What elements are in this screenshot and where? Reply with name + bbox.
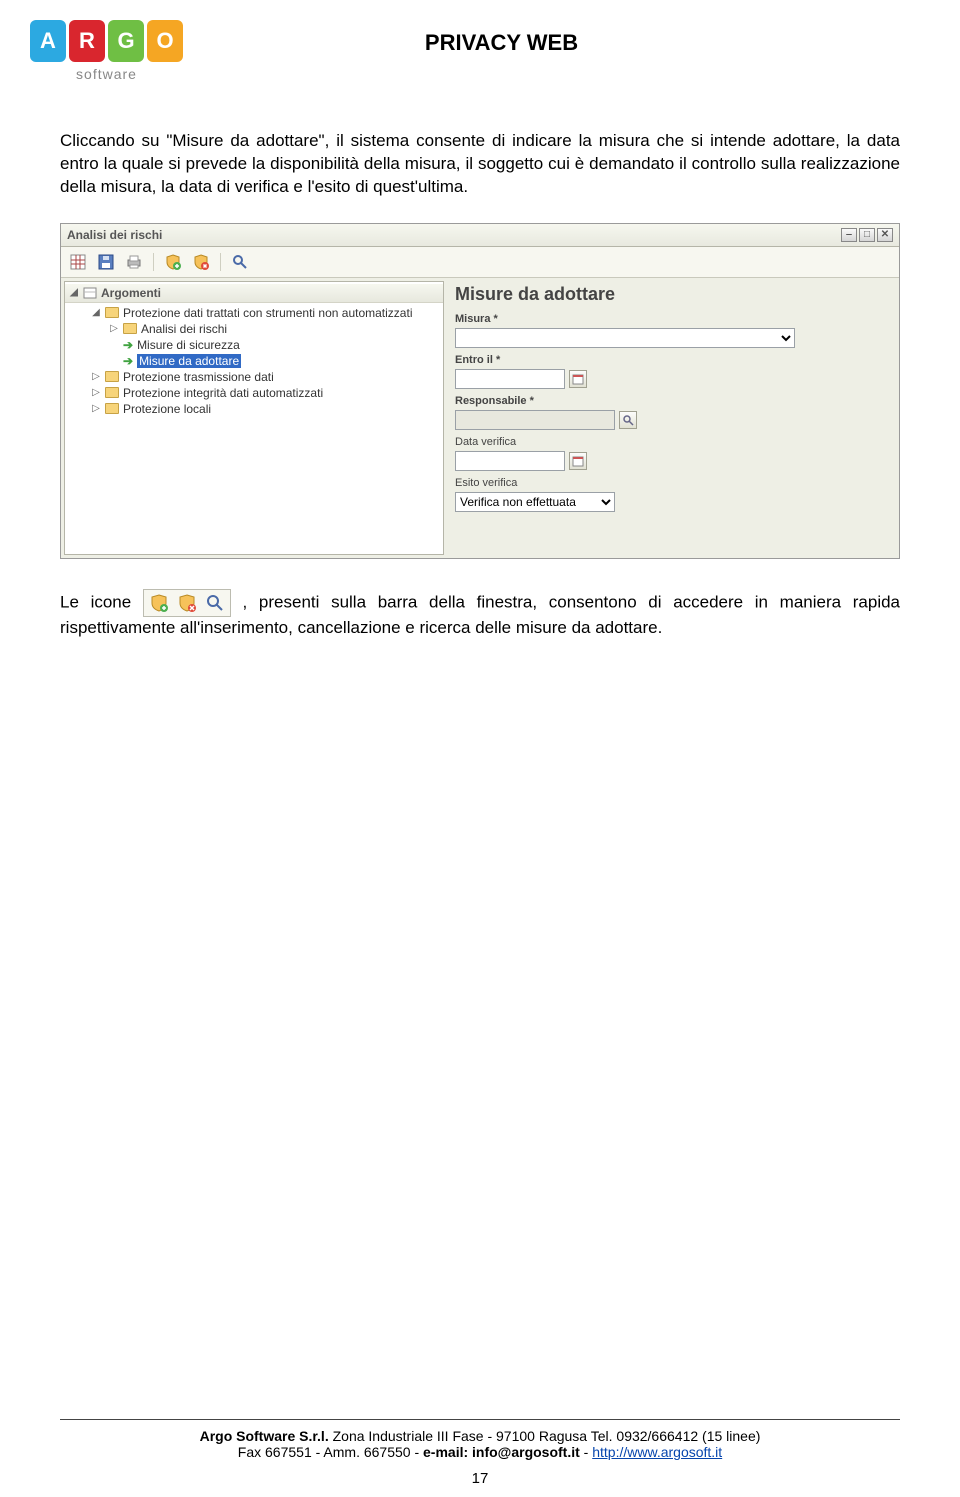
logo-subtitle: software [76,66,137,82]
label-misura: Misura * [455,313,889,325]
folder-icon [105,307,119,318]
search-icon[interactable] [229,251,251,273]
footer-email: e-mail: info@argosoft.it [423,1444,580,1460]
search-icon [201,591,229,615]
shield-delete-icon[interactable] [190,251,212,273]
expand-icon[interactable]: ▷ [109,323,119,334]
footer-link[interactable]: http://www.argosoft.it [592,1444,722,1460]
tree-root-header: ◢ Argomenti [65,284,443,303]
footer-address: Zona Industriale III Fase - 97100 Ragusa… [329,1428,761,1444]
date-picker-icon[interactable] [569,452,587,470]
form-panel: Misure da adottare Misura * Entro il * R… [447,278,899,558]
para2-pre: Le icone [60,592,143,611]
footer-fax: Fax 667551 - Amm. 667550 - [238,1444,423,1460]
tree-root-label: Argomenti [101,286,161,300]
minimize-button[interactable]: ‒ [841,228,857,242]
tree-item-protezione-locali[interactable]: ▷ Protezione locali [73,401,443,417]
label-responsabile: Responsabile * [455,395,889,407]
shield-delete-icon [173,591,201,615]
close-button[interactable]: ✕ [877,228,893,242]
select-misura[interactable] [455,328,795,348]
select-esito[interactable]: Verifica non effettuata [455,492,615,512]
expand-icon[interactable]: ▷ [91,371,101,382]
folder-icon [105,387,119,398]
expand-icon[interactable]: ◢ [91,307,101,318]
expand-icon[interactable]: ▷ [91,403,101,414]
document-header: A R G O software PRIVACY WEB [60,20,900,82]
date-picker-icon[interactable] [569,370,587,388]
tree-item-label: Misure di sicurezza [137,338,240,352]
save-icon[interactable] [95,251,117,273]
page-footer: Argo Software S.r.l. Zona Industriale II… [60,1419,900,1487]
footer-company: Argo Software S.r.l. [200,1428,329,1444]
folder-icon [105,371,119,382]
tree-item-protezione-integrita[interactable]: ▷ Protezione integrità dati automatizzat… [73,385,443,401]
page-number: 17 [60,1470,900,1487]
arrow-icon: ➔ [123,354,133,368]
input-responsabile[interactable] [455,410,615,430]
input-entro[interactable] [455,369,565,389]
form-title: Misure da adottare [455,284,889,305]
collapse-icon[interactable]: ◢ [69,287,79,298]
tree-item-label: Protezione trasmissione dati [123,370,274,384]
folder-icon [123,323,137,334]
tree-item-analisi-rischi[interactable]: ▷ Analisi dei rischi [73,321,443,337]
tree-item-label: Protezione locali [123,402,211,416]
arrow-icon: ➔ [123,338,133,352]
label-entro: Entro il * [455,354,889,366]
expand-icon[interactable]: ▷ [91,387,101,398]
page-title: PRIVACY WEB [103,30,900,56]
tree-item-label: Protezione dati trattati con strumenti n… [123,306,412,320]
tree-item-protezione-non-auto[interactable]: ◢ Protezione dati trattati con strumenti… [73,305,443,321]
folder-icon [105,403,119,414]
label-esito: Esito verifica [455,477,889,489]
toolbar-grid-icon[interactable] [67,251,89,273]
app-window: Analisi dei rischi ‒ □ ✕ [60,223,900,559]
tree-item-label: Misure da adottare [137,354,241,368]
tree-item-misure-sicurezza[interactable]: ➔ Misure di sicurezza [73,337,443,353]
footer-sep: - [580,1444,592,1460]
logo-letter-a: A [30,20,66,62]
tree-item-misure-adottare[interactable]: ➔ Misure da adottare [73,353,443,369]
label-data-verifica: Data verifica [455,436,889,448]
shield-add-icon [145,591,173,615]
tree-item-label: Analisi dei rischi [141,322,227,336]
tree-item-protezione-trasmissione[interactable]: ▷ Protezione trasmissione dati [73,369,443,385]
window-title: Analisi dei rischi [67,228,162,242]
tree-root-icon [83,286,97,300]
print-icon[interactable] [123,251,145,273]
tree-panel: ◢ Argomenti ◢ Protezione dati trattati c… [64,281,444,555]
inline-icon-group [143,589,231,617]
intro-paragraph: Cliccando su "Misure da adottare", il si… [60,130,900,199]
input-data-verifica[interactable] [455,451,565,471]
maximize-button[interactable]: □ [859,228,875,242]
lookup-icon[interactable] [619,411,637,429]
tree-item-label: Protezione integrità dati automatizzati [123,386,323,400]
window-titlebar: Analisi dei rischi ‒ □ ✕ [61,224,899,247]
logo-letter-r: R [69,20,105,62]
shield-add-icon[interactable] [162,251,184,273]
icons-paragraph: Le icone , presenti sulla barra della fi… [60,589,900,640]
window-toolbar [61,247,899,278]
